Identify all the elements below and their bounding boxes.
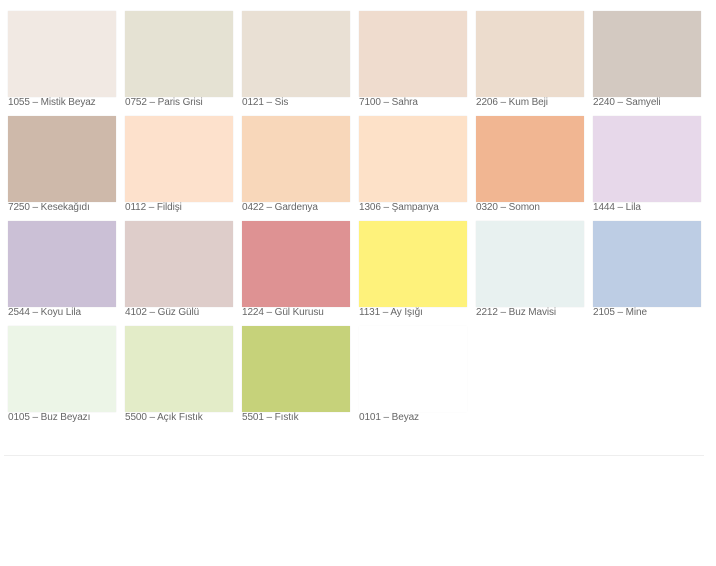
swatch-label: 1131 – Ay Işığı — [359, 307, 423, 318]
swatch-0422-gardenya[interactable]: 0422 – Gardenya — [242, 116, 350, 221]
swatch-1306-sampanya[interactable]: 1306 – Şampanya — [359, 116, 467, 221]
swatch-color-chip[interactable] — [242, 116, 350, 202]
swatch-label: 2240 – Samyeli — [593, 97, 661, 108]
swatch-color-chip[interactable] — [359, 11, 467, 97]
swatch-label: 0752 – Paris Grisi — [125, 97, 203, 108]
swatch-label: 1055 – Mistik Beyaz — [8, 97, 96, 108]
swatch-5501-fistik[interactable]: 5501 – Fıstık — [242, 326, 350, 431]
swatch-7100-sahra[interactable]: 7100 – Sahra — [359, 11, 467, 116]
swatch-label: 7100 – Sahra — [359, 97, 418, 108]
swatch-2240-samyeli[interactable]: 2240 – Samyeli — [593, 11, 701, 116]
swatch-label: 2544 – Koyu Lila — [8, 307, 81, 318]
swatch-1444-lila[interactable]: 1444 – Lila — [593, 116, 701, 221]
swatch-5500-acik-fistik[interactable]: 5500 – Açık Fıstık — [125, 326, 233, 431]
swatch-label: 1224 – Gül Kurusu — [242, 307, 324, 318]
swatch-label: 2212 – Buz Mavisi — [476, 307, 557, 318]
swatch-0101-beyaz[interactable]: 0101 – Beyaz — [359, 326, 467, 431]
swatch-0112-fildisi[interactable]: 0112 – Fildişi — [125, 116, 233, 221]
swatch-label: 1306 – Şampanya — [359, 202, 439, 213]
swatch-color-chip[interactable] — [8, 11, 116, 97]
swatch-color-chip[interactable] — [476, 221, 584, 307]
swatch-2544-koyu-lila[interactable]: 2544 – Koyu Lila — [8, 221, 116, 326]
swatch-color-chip[interactable] — [125, 116, 233, 202]
swatch-label: 5501 – Fıstık — [242, 412, 299, 423]
swatch-1055-mistik-beyaz[interactable]: 1055 – Mistik Beyaz — [8, 11, 116, 116]
swatch-color-chip[interactable] — [125, 11, 233, 97]
swatch-color-chip[interactable] — [242, 326, 350, 412]
swatch-color-chip[interactable] — [359, 326, 467, 412]
swatch-color-chip[interactable] — [125, 326, 233, 412]
color-swatch-grid: 1055 – Mistik Beyaz 0752 – Paris Grisi 0… — [8, 11, 701, 431]
swatch-color-chip[interactable] — [593, 116, 701, 202]
swatch-0752-paris-grisi[interactable]: 0752 – Paris Grisi — [125, 11, 233, 116]
swatch-color-chip[interactable] — [242, 11, 350, 97]
swatch-4102-guz-gulu[interactable]: 4102 – Güz Gülü — [125, 221, 233, 326]
swatch-color-chip[interactable] — [593, 11, 701, 97]
swatch-1224-gul-kurusu[interactable]: 1224 – Gül Kurusu — [242, 221, 350, 326]
swatch-color-chip[interactable] — [125, 221, 233, 307]
swatch-color-chip[interactable] — [8, 116, 116, 202]
swatch-label: 2105 – Mine — [593, 307, 647, 318]
swatch-2105-mine[interactable]: 2105 – Mine — [593, 221, 701, 326]
swatch-label: 5500 – Açık Fıstık — [125, 412, 203, 423]
swatch-color-chip[interactable] — [8, 326, 116, 412]
swatch-label: 2206 – Kum Beji — [476, 97, 548, 108]
swatch-color-chip[interactable] — [359, 221, 467, 307]
swatch-color-chip[interactable] — [242, 221, 350, 307]
swatch-2212-buz-mavisi[interactable]: 2212 – Buz Mavisi — [476, 221, 584, 326]
swatch-color-chip[interactable] — [8, 221, 116, 307]
swatch-label: 0105 – Buz Beyazı — [8, 412, 91, 423]
swatch-label: 0422 – Gardenya — [242, 202, 318, 213]
swatch-label: 1444 – Lila — [593, 202, 641, 213]
swatch-1131-ay-isigi[interactable]: 1131 – Ay Işığı — [359, 221, 467, 326]
swatch-label: 0101 – Beyaz — [359, 412, 419, 423]
swatch-0121-sis[interactable]: 0121 – Sis — [242, 11, 350, 116]
swatch-color-chip[interactable] — [593, 221, 701, 307]
swatch-label: 0121 – Sis — [242, 97, 289, 108]
swatch-color-chip[interactable] — [476, 11, 584, 97]
swatch-color-chip[interactable] — [359, 116, 467, 202]
swatch-color-chip[interactable] — [476, 116, 584, 202]
section-divider — [4, 455, 704, 456]
swatch-0105-buz-beyazi[interactable]: 0105 – Buz Beyazı — [8, 326, 116, 431]
swatch-2206-kum-beji[interactable]: 2206 – Kum Beji — [476, 11, 584, 116]
swatch-label: 7250 – Kesekağıdı — [8, 202, 90, 213]
swatch-label: 0112 – Fildişi — [125, 202, 182, 213]
swatch-label: 0320 – Somon — [476, 202, 540, 213]
swatch-7250-kesekagidi[interactable]: 7250 – Kesekağıdı — [8, 116, 116, 221]
swatch-0320-somon[interactable]: 0320 – Somon — [476, 116, 584, 221]
swatch-label: 4102 – Güz Gülü — [125, 307, 200, 318]
